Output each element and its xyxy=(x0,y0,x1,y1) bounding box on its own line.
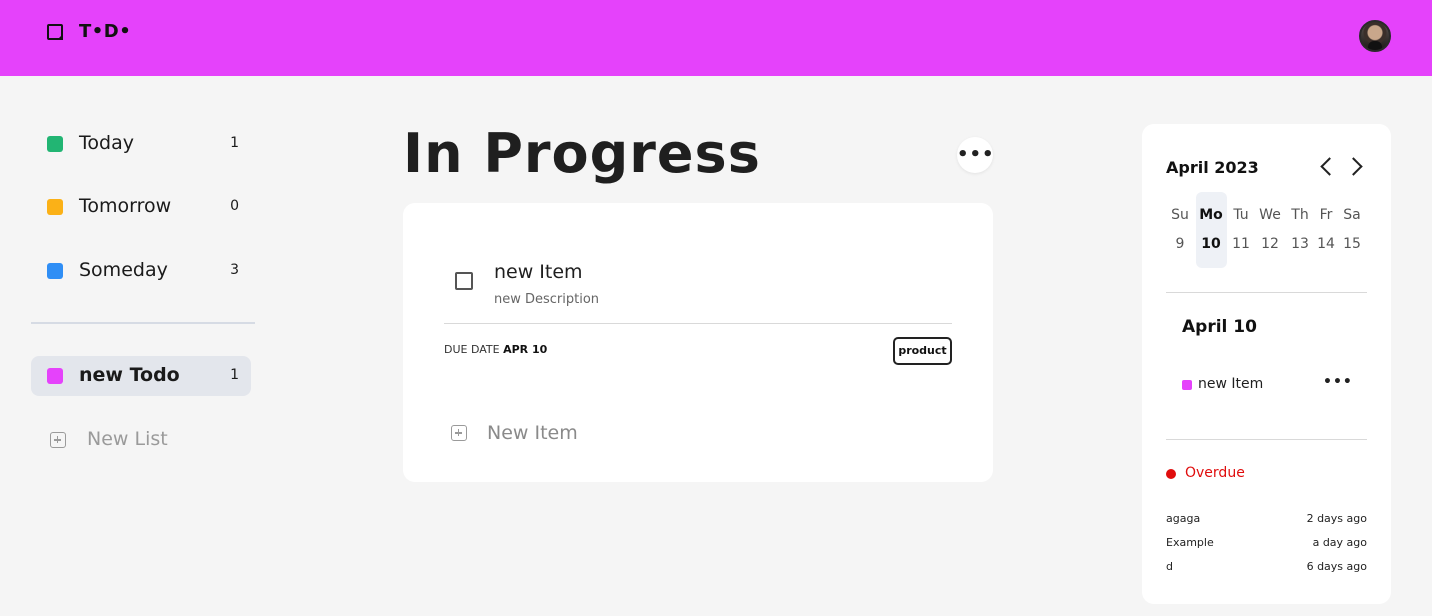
overdue-item-name[interactable]: d xyxy=(1166,560,1173,573)
item-checkbox[interactable] xyxy=(455,272,473,290)
sidebar-divider xyxy=(31,322,255,324)
overdue-item-time: a day ago xyxy=(1312,536,1367,549)
overdue-item-time: 2 days ago xyxy=(1306,512,1367,525)
sidebar-item-new-todo[interactable]: new Todo 1 xyxy=(31,356,251,396)
due-date-value: APR 10 xyxy=(503,343,548,356)
avatar[interactable] xyxy=(1359,20,1391,52)
calendar-day[interactable]: 15 xyxy=(1337,236,1367,252)
sidebar-item-tomorrow[interactable]: Tomorrow 0 xyxy=(31,187,251,227)
weekday-label: Su xyxy=(1171,207,1189,223)
tag-badge[interactable]: product xyxy=(893,337,952,365)
weekday-label: Mo xyxy=(1199,207,1223,223)
chevron-left-icon[interactable] xyxy=(1319,156,1333,176)
plus-square-icon xyxy=(451,425,467,441)
overdue-item-time: 6 days ago xyxy=(1306,560,1367,573)
due-date: DUE DATE APR 10 xyxy=(444,343,547,356)
event-more-button[interactable]: ••• xyxy=(1323,374,1353,390)
overdue-item-name[interactable]: Example xyxy=(1166,536,1214,549)
blue-square-icon xyxy=(47,263,63,279)
calendar-day[interactable]: 9 xyxy=(1165,236,1195,252)
due-date-label: DUE DATE xyxy=(444,343,500,356)
calendar-day[interactable]: 11 xyxy=(1226,236,1256,252)
list-options-button[interactable]: ••• xyxy=(957,137,995,173)
calendar-day[interactable]: 12 xyxy=(1255,236,1285,252)
new-list-label: New List xyxy=(87,428,168,450)
sidebar-item-label: new Todo xyxy=(79,364,180,386)
app-logo[interactable]: T•D• xyxy=(79,21,131,42)
sidebar-item-label: Someday xyxy=(79,259,168,281)
top-bar: T•D• xyxy=(0,0,1432,76)
yellow-square-icon xyxy=(47,199,63,215)
new-item-label: New Item xyxy=(487,422,578,444)
sidebar-item-today[interactable]: Today 1 xyxy=(31,124,251,164)
panel-divider xyxy=(1166,292,1367,293)
item-description: new Description xyxy=(494,292,600,307)
green-square-icon xyxy=(47,136,63,152)
item-title[interactable]: new Item xyxy=(494,261,583,283)
sidebar-item-label: Today xyxy=(79,132,134,154)
sidebar-item-count: 1 xyxy=(230,367,239,383)
magenta-square-icon xyxy=(1182,380,1192,390)
calendar-month: April 2023 xyxy=(1166,158,1259,177)
sidebar-item-label: Tomorrow xyxy=(79,195,172,217)
sidebar-item-count: 0 xyxy=(230,198,239,214)
todo-card: new Item new Description DUE DATE APR 10… xyxy=(403,203,993,482)
magenta-square-icon xyxy=(47,368,63,384)
plus-square-icon xyxy=(50,432,66,448)
page-title: In Progress xyxy=(403,122,761,185)
selected-date: April 10 xyxy=(1182,317,1257,337)
calendar-day[interactable]: 10 xyxy=(1196,236,1226,252)
calendar-panel: April 2023 Su Mo Tu We Th Fr Sa 9 10 11 … xyxy=(1142,124,1391,604)
overdue-heading: Overdue xyxy=(1185,465,1245,481)
more-dots-icon: ••• xyxy=(957,144,995,165)
weekday-label: Tu xyxy=(1233,207,1249,223)
overdue-item-name[interactable]: agaga xyxy=(1166,512,1200,525)
weekday-label: Sa xyxy=(1343,207,1361,223)
weekday-label: We xyxy=(1259,207,1281,223)
item-divider xyxy=(444,323,952,324)
event-item-label[interactable]: new Item xyxy=(1198,376,1263,392)
current-day-highlight xyxy=(1196,192,1227,268)
sidebar-item-count: 3 xyxy=(230,262,239,278)
sidebar-item-someday[interactable]: Someday 3 xyxy=(31,251,251,291)
sidebar-item-count: 1 xyxy=(230,135,239,151)
red-dot-icon xyxy=(1166,469,1176,479)
panel-divider xyxy=(1166,439,1367,440)
note-icon xyxy=(47,24,63,40)
chevron-right-icon[interactable] xyxy=(1348,156,1362,176)
